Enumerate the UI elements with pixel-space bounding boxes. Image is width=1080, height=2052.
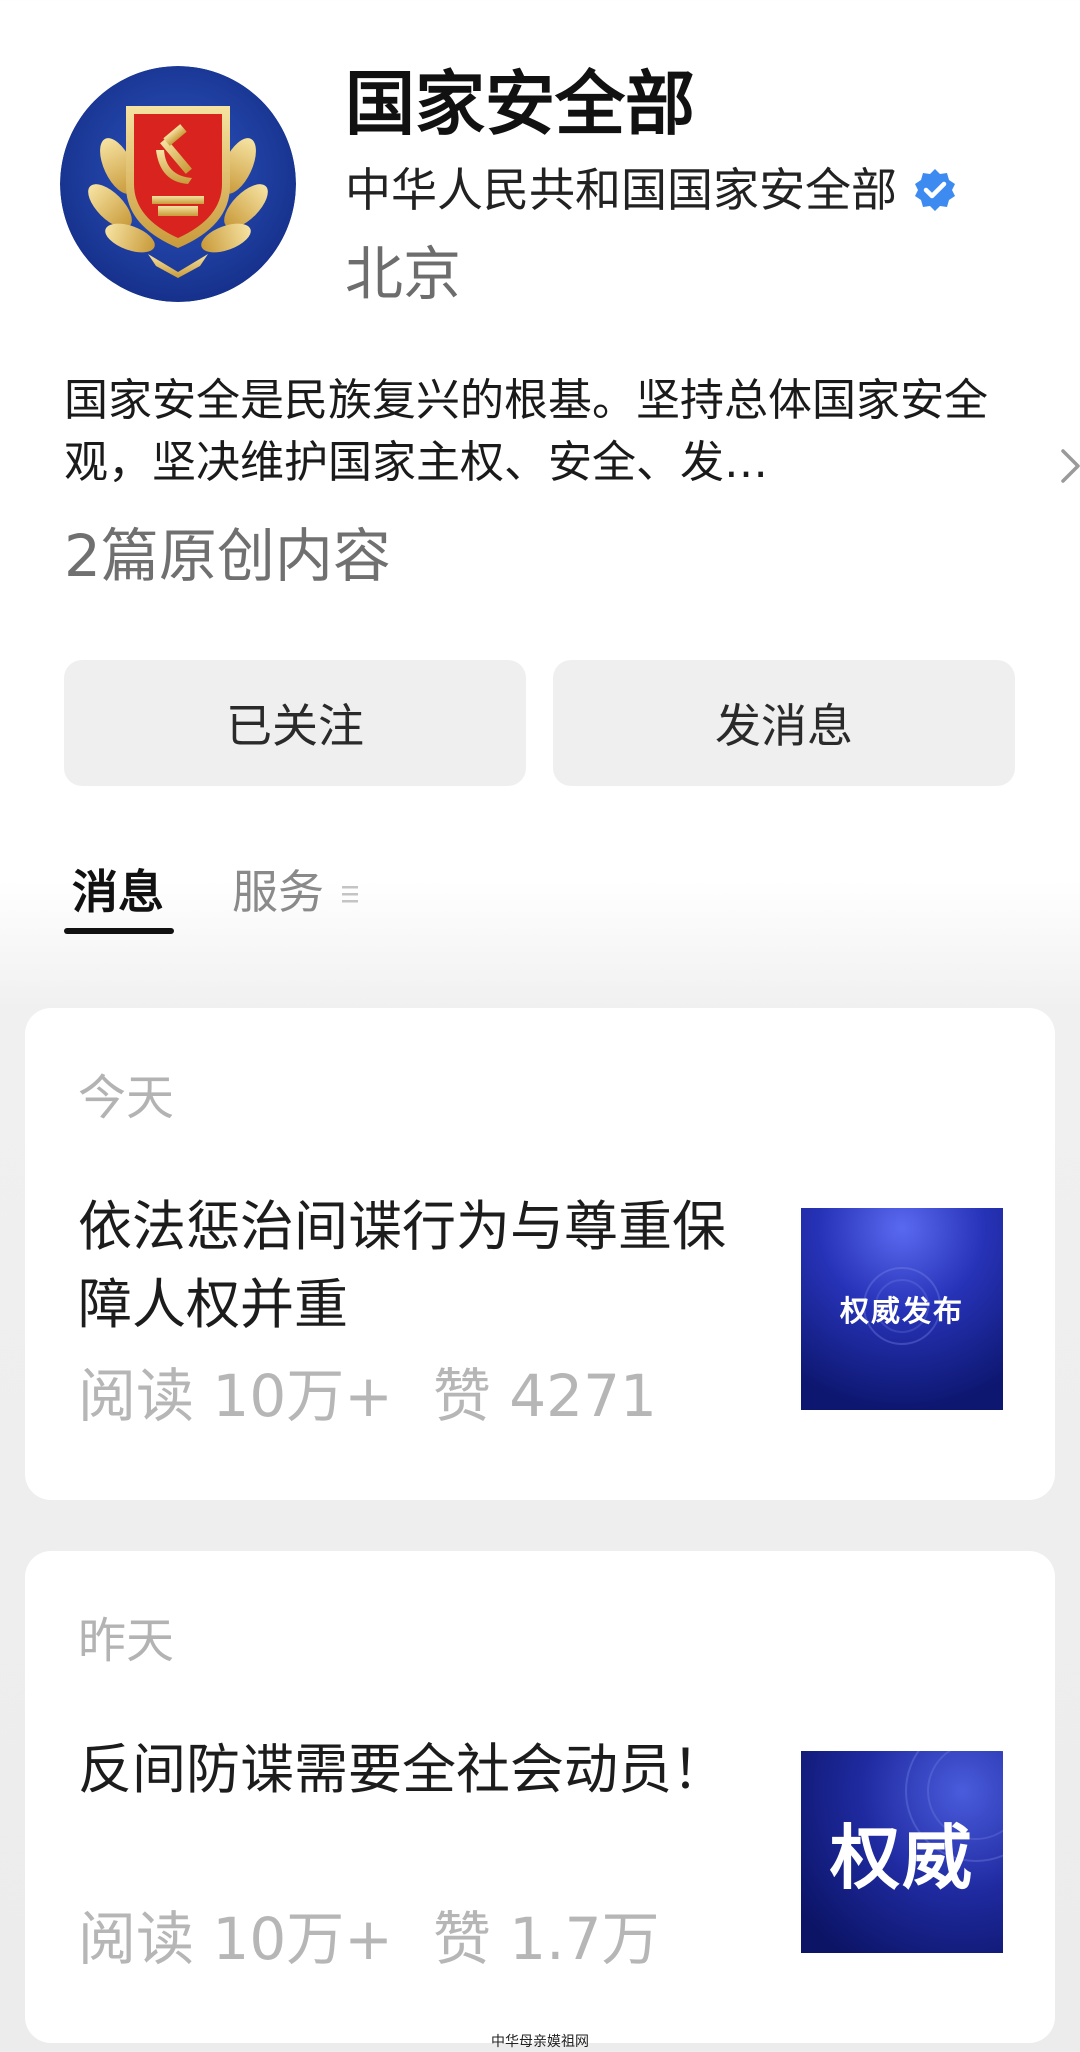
article-stats: 阅读 10万+ 赞 1.7万 — [78, 1901, 660, 1977]
thumbnail-caption: 权威 — [830, 1816, 974, 1899]
watermark: 中华母亲嫫祖网 — [491, 2034, 589, 2050]
national-emblem-icon — [60, 66, 296, 302]
article-thumbnail[interactable]: 权威 — [801, 1751, 1003, 1953]
follow-button[interactable]: 已关注 — [64, 660, 526, 786]
read-count: 阅读 10万+ — [78, 1362, 393, 1430]
bio-text: 国家安全是民族复兴的根基。坚持总体国家安全观，坚决维护国家主权、安全、发… — [64, 375, 988, 488]
thumbnail-caption: 权威发布 — [839, 1294, 964, 1328]
tab-services[interactable]: 服务 — [232, 856, 324, 928]
tab-messages-label: 消息 — [72, 865, 164, 919]
region: 北京 — [345, 240, 462, 308]
article-stats: 阅读 10万+ 赞 4271 — [78, 1358, 657, 1434]
day-label: 今天 — [78, 1070, 175, 1126]
account-name: 国家安全部 — [345, 63, 695, 145]
verified-row: 中华人民共和国国家安全部 — [345, 160, 959, 220]
verified-entity: 中华人民共和国国家安全部 — [345, 163, 897, 217]
feed-card[interactable]: 今天 依法惩治间谍行为与尊重保障人权并重 阅读 10万+ 赞 4271 权威发布 — [25, 1008, 1055, 1500]
avatar[interactable] — [60, 66, 296, 302]
tab-bar: 消息 服务 — [64, 856, 764, 936]
menu-icon[interactable] — [340, 882, 362, 906]
feed-card[interactable]: 昨天 反间防谍需要全社会动员！ 阅读 10万+ 赞 1.7万 权威 — [25, 1551, 1055, 2043]
verified-check-icon — [915, 169, 955, 211]
article-title[interactable]: 反间防谍需要全社会动员！ — [78, 1731, 778, 1809]
tab-services-label: 服务 — [232, 865, 324, 919]
tab-active-indicator — [64, 928, 174, 934]
like-count: 赞 4271 — [432, 1362, 657, 1430]
day-label: 昨天 — [78, 1613, 175, 1669]
chevron-right-icon[interactable] — [1058, 446, 1080, 486]
article-thumbnail[interactable]: 权威发布 — [801, 1208, 1003, 1410]
original-count[interactable]: 2篇原创内容 — [64, 518, 391, 594]
read-count: 阅读 10万+ — [78, 1905, 393, 1973]
bio[interactable]: 国家安全是民族复兴的根基。坚持总体国家安全观，坚决维护国家主权、安全、发… — [64, 370, 1080, 500]
article-title[interactable]: 依法惩治间谍行为与尊重保障人权并重 — [78, 1188, 778, 1344]
tab-messages[interactable]: 消息 — [72, 856, 164, 928]
send-message-button[interactable]: 发消息 — [553, 660, 1015, 786]
profile-header: 国家安全部 中华人民共和国国家安全部 北京 国家安全是民族复兴的根基。坚持总体国… — [0, 0, 1080, 934]
like-count: 赞 1.7万 — [432, 1905, 660, 1973]
